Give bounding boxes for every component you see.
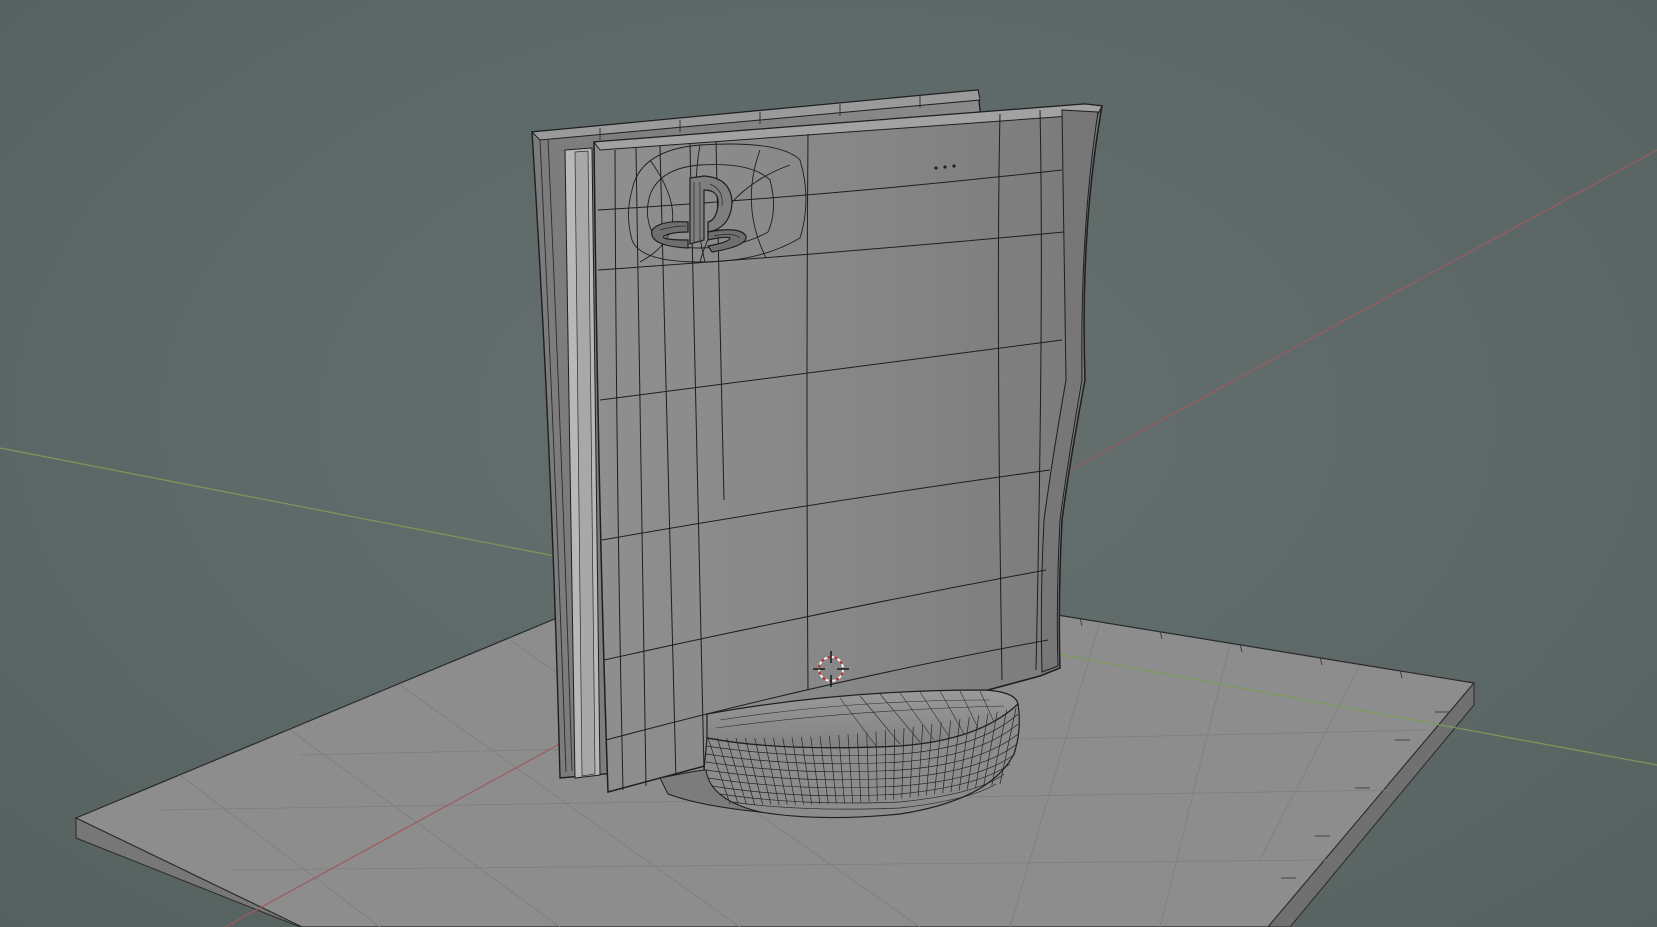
axis-x-line-far (1069, 149, 1657, 471)
axis-y-line (0, 447, 561, 558)
scene-canvas[interactable] (0, 0, 1657, 927)
3d-viewport[interactable] (0, 0, 1657, 927)
